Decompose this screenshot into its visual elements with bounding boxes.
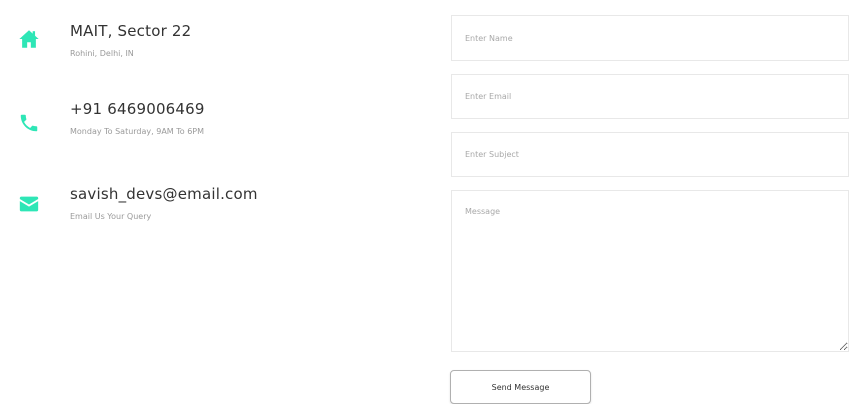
- send-message-button[interactable]: Send Message: [450, 370, 591, 404]
- address-title: MAIT, Sector 22: [70, 22, 192, 40]
- phone-icon: [18, 112, 42, 136]
- email-subtitle: Email Us Your Query: [70, 212, 152, 221]
- name-input[interactable]: [451, 15, 849, 61]
- phone-subtitle: Monday To Saturday, 9AM To 6PM: [70, 127, 205, 136]
- email-input[interactable]: [451, 74, 849, 119]
- message-textarea[interactable]: [451, 190, 849, 352]
- envelope-icon: [18, 193, 42, 217]
- email-title: savish_devs@email.com: [70, 185, 258, 203]
- home-icon: [18, 28, 42, 52]
- subject-input[interactable]: [451, 132, 849, 177]
- address-subtitle: Rohini, Delhi, IN: [70, 49, 134, 58]
- phone-title: +91 6469006469: [70, 100, 205, 118]
